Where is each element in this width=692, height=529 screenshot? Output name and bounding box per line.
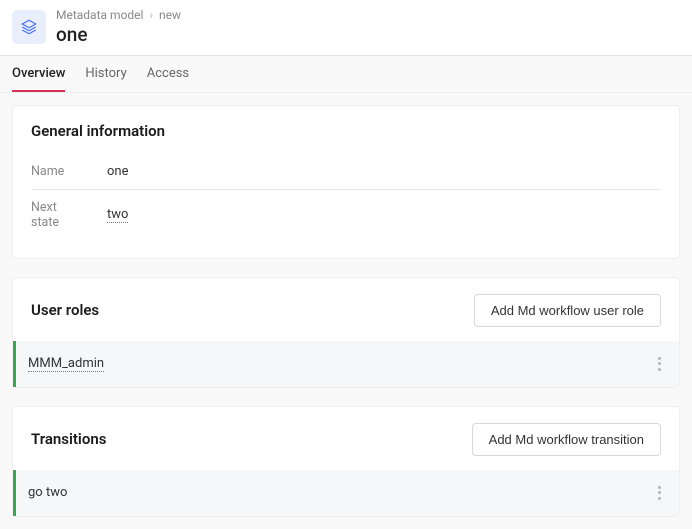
- tabs: Overview History Access: [0, 56, 692, 93]
- user-role-label[interactable]: MMM_admin: [28, 356, 104, 372]
- card-head-general: General information: [31, 122, 661, 140]
- transition-row[interactable]: go two: [13, 470, 679, 516]
- page-title: one: [56, 24, 181, 47]
- transitions-card: Transitions Add Md workflow transition g…: [12, 406, 680, 517]
- field-next-state-row: Next state two: [31, 190, 661, 240]
- content: General information Name one Next state …: [0, 93, 692, 529]
- general-information-card: General information Name one Next state …: [12, 105, 680, 259]
- card-head-transitions: Transitions Add Md workflow transition: [31, 423, 661, 456]
- tab-history[interactable]: History: [85, 56, 126, 92]
- header-text: Metadata model › new one: [56, 8, 181, 47]
- breadcrumb-current: new: [159, 8, 181, 22]
- transition-label[interactable]: go two: [28, 485, 67, 500]
- field-name-label: Name: [31, 164, 87, 179]
- breadcrumb-parent[interactable]: Metadata model: [56, 8, 143, 22]
- add-transition-button[interactable]: Add Md workflow transition: [472, 423, 661, 456]
- general-information-title: General information: [31, 122, 165, 140]
- breadcrumb: Metadata model › new: [56, 8, 181, 22]
- field-next-state-value[interactable]: two: [107, 207, 128, 223]
- kebab-menu-icon[interactable]: [654, 482, 665, 504]
- model-icon: [12, 10, 46, 44]
- tab-overview[interactable]: Overview: [12, 56, 65, 92]
- chevron-right-icon: ›: [149, 8, 153, 22]
- field-next-state-label: Next state: [31, 200, 87, 230]
- user-roles-card: User roles Add Md workflow user role MMM…: [12, 277, 680, 388]
- transitions-title: Transitions: [31, 430, 106, 448]
- card-head-user-roles: User roles Add Md workflow user role: [31, 294, 661, 327]
- user-role-row[interactable]: MMM_admin: [13, 341, 679, 387]
- page-header: Metadata model › new one: [0, 0, 692, 56]
- kebab-menu-icon[interactable]: [654, 353, 665, 375]
- layers-icon: [20, 18, 38, 36]
- user-roles-title: User roles: [31, 301, 99, 319]
- tab-access[interactable]: Access: [147, 56, 189, 92]
- add-user-role-button[interactable]: Add Md workflow user role: [474, 294, 661, 327]
- field-name-value: one: [107, 164, 129, 179]
- field-name-row: Name one: [31, 154, 661, 190]
